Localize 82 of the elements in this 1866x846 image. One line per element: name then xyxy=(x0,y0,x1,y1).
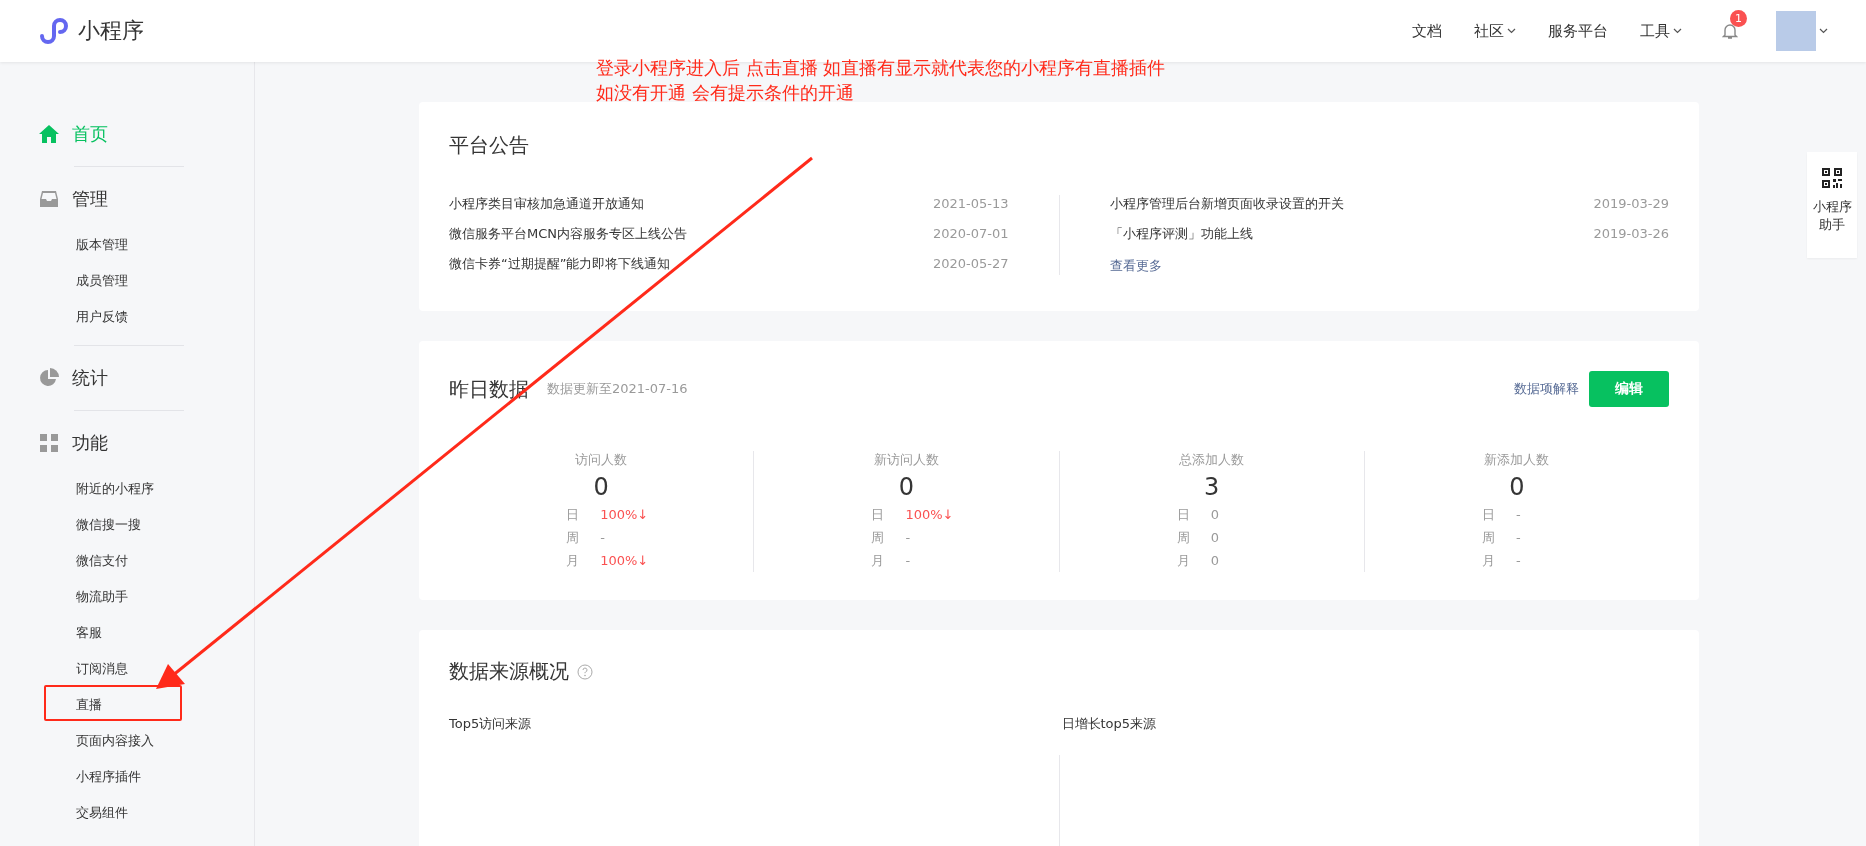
announcement-date: 2021-05-13 xyxy=(932,195,1009,212)
period-label: 月 xyxy=(1176,552,1191,570)
nav-link[interactable]: 社区 xyxy=(1458,21,1532,41)
change-value: - xyxy=(904,529,912,547)
announcement-link[interactable]: 微信服务平台MCN内容服务专区上线公告 xyxy=(449,225,688,242)
change-value: 0 xyxy=(1209,506,1220,524)
more-link[interactable]: 查看更多 xyxy=(1109,258,1162,273)
change-value: 0 xyxy=(1209,552,1220,570)
sidebar-item[interactable]: 小程序插件 xyxy=(44,757,182,793)
home-icon xyxy=(38,124,60,144)
help-icon[interactable] xyxy=(577,663,593,680)
section-label: Top5访问来源 xyxy=(449,716,532,731)
qr-code-icon[interactable] xyxy=(1822,168,1842,188)
announcement-date: 2020-05-27 xyxy=(932,255,1009,272)
sidebar-item[interactable]: 微信搜一搜 xyxy=(44,505,182,541)
nav-link[interactable]: 工具 xyxy=(1624,21,1698,41)
sidebar-item[interactable]: 页面内容接入 xyxy=(44,721,182,757)
metric-label: 新访问人数 xyxy=(873,451,939,469)
card-title: 平台公告 xyxy=(449,132,530,159)
period-label: 周 xyxy=(871,529,886,547)
sidebar-section[interactable]: 统计 xyxy=(0,358,254,398)
change-value: 0 xyxy=(1209,529,1220,547)
sidebar-item[interactable]: 成员管理 xyxy=(44,261,182,297)
metric-value: 0 xyxy=(1509,473,1525,501)
grid-icon xyxy=(40,434,58,452)
period-label: 周 xyxy=(1176,529,1191,547)
section-label: 日增长top5来源 xyxy=(1061,716,1157,731)
period-label: 日 xyxy=(1176,506,1191,524)
metric-value: 0 xyxy=(898,473,914,501)
period-label: 月 xyxy=(1481,552,1496,570)
period-label: 日 xyxy=(1481,506,1496,524)
metric-label: 访问人数 xyxy=(575,451,628,469)
change-value: 100%↓ xyxy=(599,552,650,570)
period-label: 月 xyxy=(871,552,886,570)
metric-value: 0 xyxy=(593,473,609,501)
announcement-link[interactable]: 微信卡券“过期提醒”能力即将下线通知 xyxy=(449,255,671,272)
inbox-icon xyxy=(39,190,59,208)
notification-badge: 1 xyxy=(1730,10,1747,27)
announcement-date: 2019-03-26 xyxy=(1593,225,1669,242)
annotation-text: 如没有开通 会有提示条件的开通 xyxy=(596,81,855,105)
sidebar-item[interactable]: 版本管理 xyxy=(44,225,182,261)
sidebar-item[interactable]: 附近的小程序 xyxy=(44,469,182,505)
change-value: - xyxy=(599,529,606,547)
sidebar-item[interactable]: 订阅消息 xyxy=(44,649,182,685)
announcement-date: 2019-03-29 xyxy=(1593,195,1669,212)
sidebar-item[interactable]: 交易组件 xyxy=(44,793,182,829)
sidebar-item[interactable]: 直播 xyxy=(44,685,182,721)
announcement-link[interactable]: 小程序类目审核加急通道开放通知 xyxy=(449,195,644,212)
pie-chart-icon xyxy=(39,368,59,388)
change-value: - xyxy=(1514,506,1522,524)
nav-link[interactable]: 服务平台 xyxy=(1532,21,1624,41)
period-label: 周 xyxy=(566,529,581,547)
metric-value: 3 xyxy=(1204,473,1220,501)
explain-link[interactable]: 数据项解释 xyxy=(1514,380,1579,398)
period-label: 周 xyxy=(1481,529,1496,547)
sidebar-item[interactable]: 微信支付 xyxy=(44,541,182,577)
period-label: 月 xyxy=(566,552,581,570)
sidebar-item[interactable]: 物流助手 xyxy=(44,577,182,613)
period-label: 日 xyxy=(566,506,581,524)
sidebar-section[interactable]: 功能 xyxy=(0,423,254,463)
metric-label: 总添加人数 xyxy=(1179,451,1245,469)
period-label: 日 xyxy=(871,506,886,524)
update-date: 数据更新至2021-07-16 xyxy=(547,380,688,398)
sidebar-item[interactable]: 客服 xyxy=(44,613,182,649)
logo-text: 小程序 xyxy=(78,17,144,45)
change-value: - xyxy=(904,552,912,570)
change-value: - xyxy=(1514,529,1522,547)
change-value: - xyxy=(1514,552,1522,570)
bell-icon[interactable] xyxy=(1722,22,1738,40)
change-value: 100%↓ xyxy=(904,506,955,524)
announcement-link[interactable]: 小程序管理后台新增页面收录设置的开关 xyxy=(1109,195,1344,212)
announcement-date: 2020-07-01 xyxy=(932,225,1009,242)
sidebar-section[interactable]: 管理 xyxy=(0,179,254,219)
card-title: 数据来源概况 xyxy=(449,658,569,685)
caret-icon xyxy=(1819,28,1828,34)
nav-link[interactable]: 文档 xyxy=(1396,21,1458,41)
annotation-text: 登录小程序进入后 点击直播 如直播有显示就代表您的小程序有直播插件 xyxy=(596,56,1166,80)
metric-label: 新添加人数 xyxy=(1484,451,1550,469)
change-value: 100%↓ xyxy=(599,506,650,524)
logo-icon[interactable] xyxy=(38,16,68,46)
announcement-link[interactable]: 「小程序评测」功能上线 xyxy=(1109,225,1253,242)
sidebar-item[interactable]: 用户反馈 xyxy=(44,297,182,333)
